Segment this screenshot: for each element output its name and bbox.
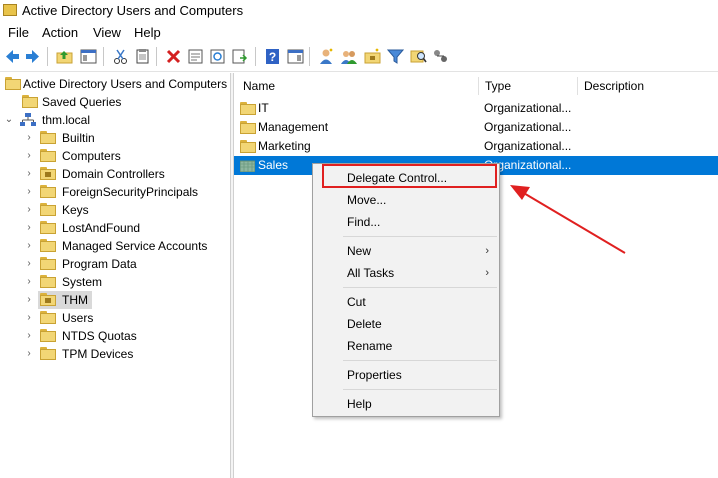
annotation-arrow: [510, 185, 626, 254]
